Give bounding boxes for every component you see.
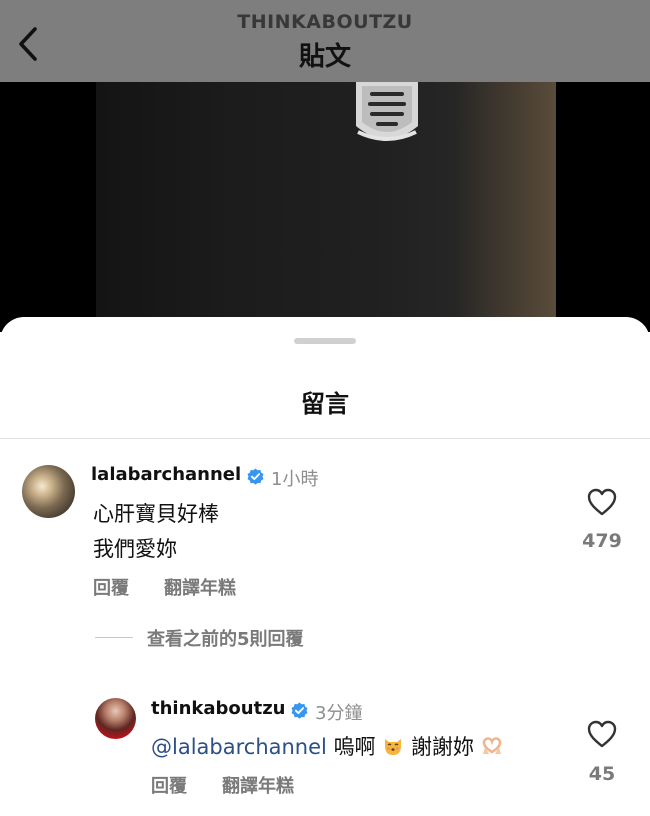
header-username: THINKABOUTZU [237,11,413,33]
post-photo [96,82,556,332]
verified-badge-icon [247,468,264,485]
kissing-cat-emoji-icon [385,739,402,755]
reply-text-part-1: 嗚啊 [333,735,376,759]
reply-username[interactable]: thinkaboutzu [151,698,285,719]
sheet-title: 留言 [301,390,349,418]
heart-hands-emoji-icon [482,737,501,754]
translate-button[interactable]: 翻譯年糕 [222,772,294,798]
drag-handle[interactable] [294,338,356,344]
mention-link[interactable]: @lalabarchannel [151,735,327,759]
comment-time: 1小時 [271,469,319,490]
reply-time: 3分鐘 [315,703,363,724]
translate-button[interactable]: 翻譯年糕 [164,574,236,600]
avatar[interactable] [95,698,136,739]
post-image [0,82,650,332]
page-title: 貼文 [298,42,351,72]
comment-text-line-2: 我們愛妳 [93,537,177,561]
verified-badge-icon [291,702,308,719]
reply-text: @lalabarchannel 嗚啊 謝謝妳 [151,731,503,761]
comments-sheet: 留言 lalabarchannel 1小時 心肝寶貝好棒 我們愛妳 回覆 翻譯年… [0,317,650,816]
view-previous-replies-button[interactable]: 查看之前的5則回覆 [147,625,304,651]
reply-button[interactable]: 回覆 [93,574,129,600]
avatar[interactable] [22,465,75,518]
like-count: 479 [582,530,622,552]
microphone-icon [356,82,418,141]
comment-text-line-1: 心肝寶貝好棒 [93,502,219,526]
comment-username[interactable]: lalabarchannel [91,464,241,485]
like-count: 45 [588,763,616,785]
reply-text-part-2: 謝謝妳 [410,735,474,759]
heart-outline-icon[interactable] [587,720,617,748]
view-replies-line [95,637,133,638]
top-bar: THINKABOUTZU 貼文 [0,0,650,82]
reply-button[interactable]: 回覆 [151,772,187,798]
divider [0,438,650,439]
heart-outline-icon[interactable] [587,488,617,516]
